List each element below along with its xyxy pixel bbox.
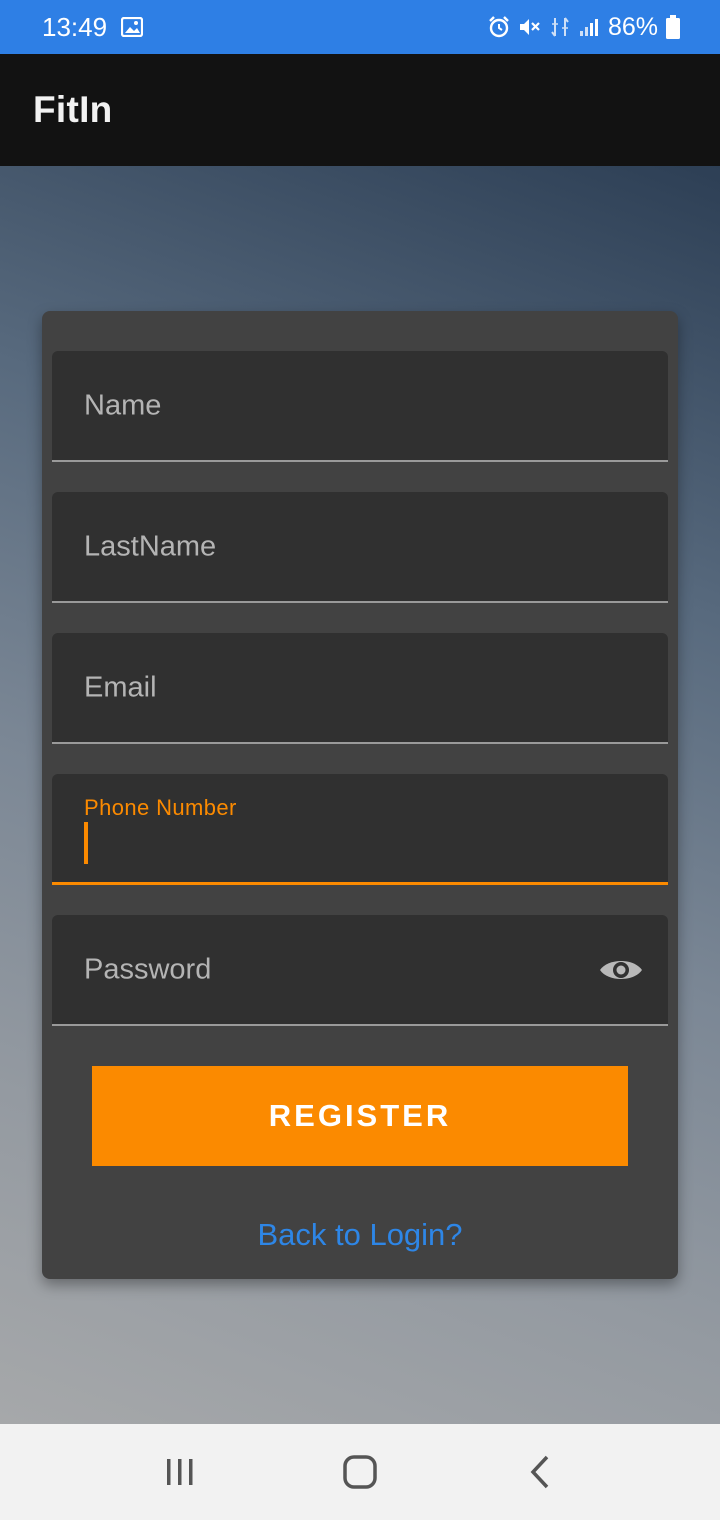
status-right: 86% <box>488 13 680 42</box>
image-icon <box>121 17 144 37</box>
battery-percent: 86% <box>607 12 658 41</box>
email-field[interactable]: Email <box>52 633 668 744</box>
register-button[interactable]: REGISTER <box>92 1066 628 1166</box>
app-bar: FitIn <box>0 54 720 166</box>
main-content: Name LastName Email Phone Number Passwor… <box>0 166 720 1424</box>
email-field-label: Email <box>84 671 157 703</box>
phone-number-field[interactable]: Phone Number <box>52 774 668 885</box>
battery-icon <box>666 15 680 39</box>
status-time: 13:49 <box>42 11 108 42</box>
password-field[interactable]: Password <box>52 915 668 1026</box>
home-icon[interactable] <box>330 1442 390 1502</box>
status-left: 13:49 <box>42 11 144 43</box>
recents-icon[interactable] <box>150 1442 210 1502</box>
data-icon <box>550 16 570 38</box>
phone-number-label: Phone Number <box>84 795 237 820</box>
mute-icon <box>518 16 542 38</box>
password-field-label: Password <box>84 953 212 985</box>
app-title: FitIn <box>33 89 113 130</box>
lastname-field[interactable]: LastName <box>52 492 668 603</box>
name-field[interactable]: Name <box>52 351 668 462</box>
back-icon[interactable] <box>510 1442 570 1502</box>
eye-icon[interactable] <box>598 954 644 986</box>
lastname-field-label: LastName <box>84 530 217 562</box>
navigation-bar <box>0 1424 720 1520</box>
status-bar: 13:49 86% <box>0 0 720 54</box>
alarm-icon <box>488 16 510 38</box>
text-cursor <box>84 822 88 864</box>
signal-icon <box>578 16 600 38</box>
register-card: Name LastName Email Phone Number Passwor… <box>42 311 678 1279</box>
back-to-login-link[interactable]: Back to Login? <box>42 1217 678 1253</box>
name-field-label: Name <box>84 389 162 421</box>
